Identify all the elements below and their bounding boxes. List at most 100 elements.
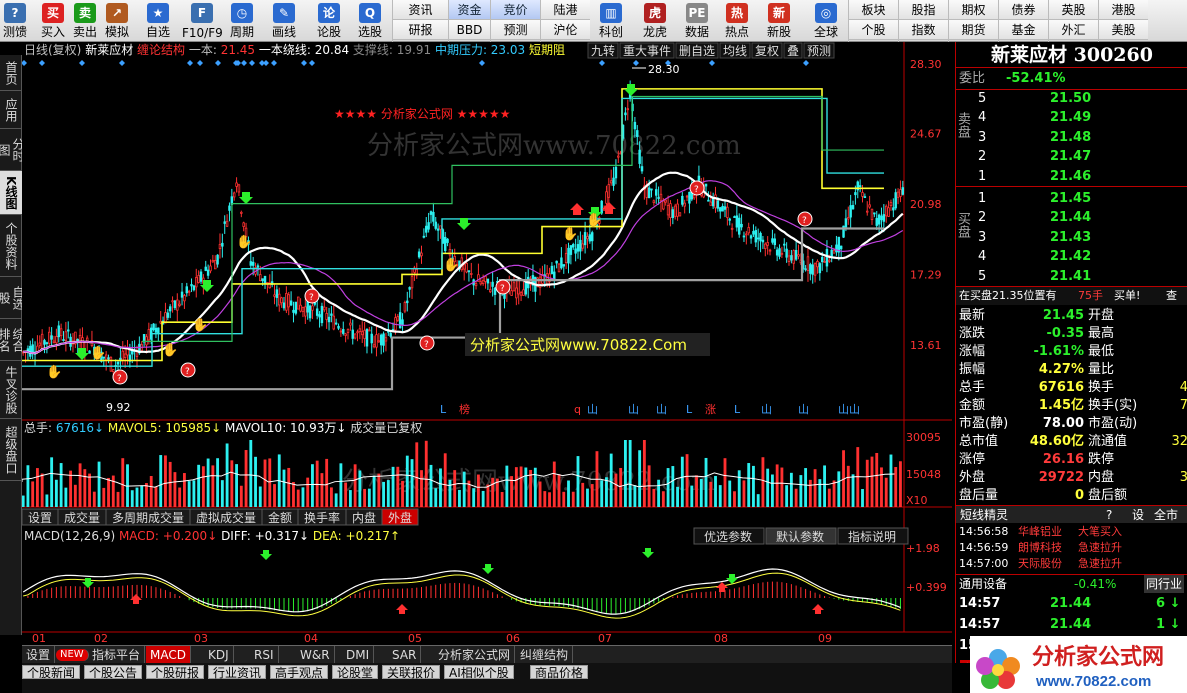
news-tab-4[interactable]: 高手观点 xyxy=(270,665,329,680)
ask-row-5[interactable]: 5 21.50 xyxy=(956,90,1187,108)
volume-tab-7[interactable]: 外盘 xyxy=(381,508,419,526)
industry-tab[interactable]: 同行业 xyxy=(1144,575,1185,593)
indicator-tab-0[interactable]: 设置 xyxy=(22,646,56,664)
indicator-tab-10[interactable]: 纠缠结构 xyxy=(516,646,574,664)
left-tab-4[interactable]: 个股资料 xyxy=(0,215,22,277)
news-tab-5[interactable]: 论股堂 xyxy=(332,665,379,680)
toolbar-button-9[interactable]: Q 选股 xyxy=(350,0,390,42)
volume-tab-4[interactable]: 金额 xyxy=(261,508,299,526)
industry-row[interactable]: 通用设备 -0.41% 同行业 xyxy=(956,574,1187,593)
bid-row-5[interactable]: 5 21.41 xyxy=(956,268,1187,286)
volume-tab-0[interactable]: 设置 xyxy=(22,508,59,526)
toolbar-link-竞价[interactable]: 竞价 xyxy=(491,0,540,20)
toolbar-button-3[interactable]: ↗ 模拟 xyxy=(102,0,132,42)
macd-tab-1[interactable]: 默认参数 xyxy=(765,527,837,545)
left-tab-8[interactable]: 超级盘口 xyxy=(0,419,22,481)
toolbar-link-美股[interactable]: 美股 xyxy=(1099,20,1148,40)
jingling-settings[interactable]: 设 xyxy=(1132,506,1144,524)
toolbar-button-5[interactable]: F F10/F9 xyxy=(182,0,223,42)
toolbar-link-外汇[interactable]: 外汇 xyxy=(1049,20,1098,40)
toolbar-link-期货[interactable]: 期货 xyxy=(949,20,998,40)
toolbar-button-10[interactable]: ▥ 科创 xyxy=(594,0,628,42)
left-tab-6[interactable]: 综合排名 xyxy=(0,319,25,361)
toolbar-link-英股[interactable]: 英股 xyxy=(1049,0,1098,20)
toolbar-link-基金[interactable]: 基金 xyxy=(999,20,1048,40)
indicator-tab-4[interactable]: KDJ xyxy=(204,646,234,664)
kline-toolbtn-5[interactable]: 叠 xyxy=(783,42,803,59)
toolbar-button-4[interactable]: ★ 自选 xyxy=(140,0,176,42)
news-tab-6[interactable]: 关联报价 xyxy=(382,665,441,680)
left-tab-7[interactable]: 牛叉诊股 xyxy=(0,361,22,419)
ask-row-3[interactable]: 3 21.48 xyxy=(956,129,1187,147)
toolbar-button-6[interactable]: ◷ 周期 xyxy=(224,0,260,42)
toolbar-link-港股[interactable]: 港股 xyxy=(1099,0,1148,20)
jingling-row[interactable]: 14:57:00 天际股份 急速拉升 xyxy=(956,556,1187,572)
jingling-row[interactable]: 14:56:58 华峰铝业 大笔买入 xyxy=(956,524,1187,540)
toolbar-link-预测[interactable]: 预测 xyxy=(491,20,540,40)
kline-chart-svg[interactable]: 日线(复权) 新莱应材 缠论结构 一本: 21.45 一本绕线: 20.84 支… xyxy=(22,42,952,647)
toolbar-link-股指[interactable]: 股指 xyxy=(899,0,948,20)
indicator-tab-1[interactable]: NEW xyxy=(56,649,89,661)
kline-toolbtn-1[interactable]: 重大事件 xyxy=(619,42,675,59)
toolbar-button-11[interactable]: 虎龙虎 xyxy=(638,0,672,42)
toolbar-link-指数[interactable]: 指数 xyxy=(899,20,948,40)
toolbar-link-债券[interactable]: 债券 xyxy=(999,0,1048,20)
toolbar-link-陆港[interactable]: 陆港 xyxy=(541,0,590,20)
ask-row-4[interactable]: 4 21.49 xyxy=(956,109,1187,127)
toolbar-button-12[interactable]: PE 数据 xyxy=(680,0,714,42)
news-tab-2[interactable]: 个股研报 xyxy=(146,665,205,680)
toolbar-link-沪伦[interactable]: 沪伦 xyxy=(541,20,590,40)
bid-row-3[interactable]: 3 21.43 xyxy=(956,229,1187,247)
news-tab-3[interactable]: 行业资讯 xyxy=(208,665,267,680)
indicator-tab-7[interactable]: DMI xyxy=(342,646,375,664)
volume-tab-5[interactable]: 换手率 xyxy=(297,508,347,526)
toolbar-button-13[interactable]: 热热点 xyxy=(720,0,754,42)
bid-row-2[interactable]: 2 21.44 xyxy=(956,209,1187,227)
toolbar-link-研报[interactable]: 研报 xyxy=(393,20,448,40)
indicator-tab-6[interactable]: W&R xyxy=(296,646,335,664)
left-tab-0[interactable]: 首页 xyxy=(0,55,22,91)
left-tab-5[interactable]: 自选股 xyxy=(0,277,25,319)
indicator-tab-3[interactable]: MACD xyxy=(146,646,191,664)
volume-tab-6[interactable]: 内盘 xyxy=(345,508,383,526)
ask-row-1[interactable]: 1 21.46 xyxy=(956,168,1187,186)
indicator-tab-9[interactable]: 分析家公式网 xyxy=(434,646,516,664)
ask-row-2[interactable]: 2 21.47 xyxy=(956,148,1187,166)
macd-tab-2[interactable]: 指标说明 xyxy=(837,527,909,545)
toolbar-button-1[interactable]: 买买入 xyxy=(38,0,68,42)
kline-toolbtn-3[interactable]: 均线 xyxy=(719,42,751,59)
jingling-help-icon[interactable]: ? xyxy=(1106,506,1112,524)
indicator-tab-5[interactable]: RSI xyxy=(250,646,279,664)
kline-toolbtn-0[interactable]: 九转 xyxy=(587,42,619,59)
bid-row-1[interactable]: 1 21.45 xyxy=(956,190,1187,208)
toolbar-button-8[interactable]: 论论股 xyxy=(312,0,346,42)
macd-tab-0[interactable]: 优选参数 xyxy=(693,527,765,545)
volume-tab-1[interactable]: 成交量 xyxy=(57,508,107,526)
left-tab-3[interactable]: K线图 xyxy=(0,171,22,215)
left-tab-2[interactable]: 分时图 xyxy=(0,129,25,171)
toolbar-button-2[interactable]: 卖卖出 xyxy=(70,0,100,42)
jingling-row[interactable]: 14:56:59 朗博科技 急速拉升 xyxy=(956,540,1187,556)
bid-row-4[interactable]: 4 21.42 xyxy=(956,248,1187,266)
toolbar-link-板块[interactable]: 板块 xyxy=(849,0,898,20)
news-tab-0[interactable]: 个股新闻 xyxy=(22,665,81,680)
left-tab-1[interactable]: 应用 xyxy=(0,91,22,129)
toolbar-button-15[interactable]: ◎ 全球 xyxy=(806,0,846,42)
toolbar-link-资讯[interactable]: 资讯 xyxy=(393,0,448,20)
volume-tab-3[interactable]: 虚拟成交量 xyxy=(189,508,263,526)
indicator-tab-2[interactable]: 指标平台 xyxy=(88,646,146,664)
toolbar-button-0[interactable]: ? 测馈 xyxy=(0,0,30,42)
toolbar-link-BBD[interactable]: BBD xyxy=(449,20,490,40)
news-tab-8[interactable]: 商品价格 xyxy=(530,665,589,680)
toolbar-link-个股[interactable]: 个股 xyxy=(849,20,898,40)
volume-tab-2[interactable]: 多周期成交量 xyxy=(105,508,191,526)
jingling-title[interactable]: 短线精灵 xyxy=(960,506,1008,524)
news-tab-7[interactable]: AI相似个股 xyxy=(444,665,514,680)
kline-toolbtn-2[interactable]: 删自选 xyxy=(675,42,719,59)
news-tab-1[interactable]: 个股公告 xyxy=(84,665,143,680)
toolbar-link-期权[interactable]: 期权 xyxy=(949,0,998,20)
toolbar-link-资金[interactable]: 资金 xyxy=(449,0,490,20)
toolbar-button-14[interactable]: 新新股 xyxy=(762,0,796,42)
kline-toolbtn-6[interactable]: 预测 xyxy=(803,42,835,59)
big-order-row[interactable]: 在买盘21.35位置有 75手 买单! 查 xyxy=(956,287,1187,305)
